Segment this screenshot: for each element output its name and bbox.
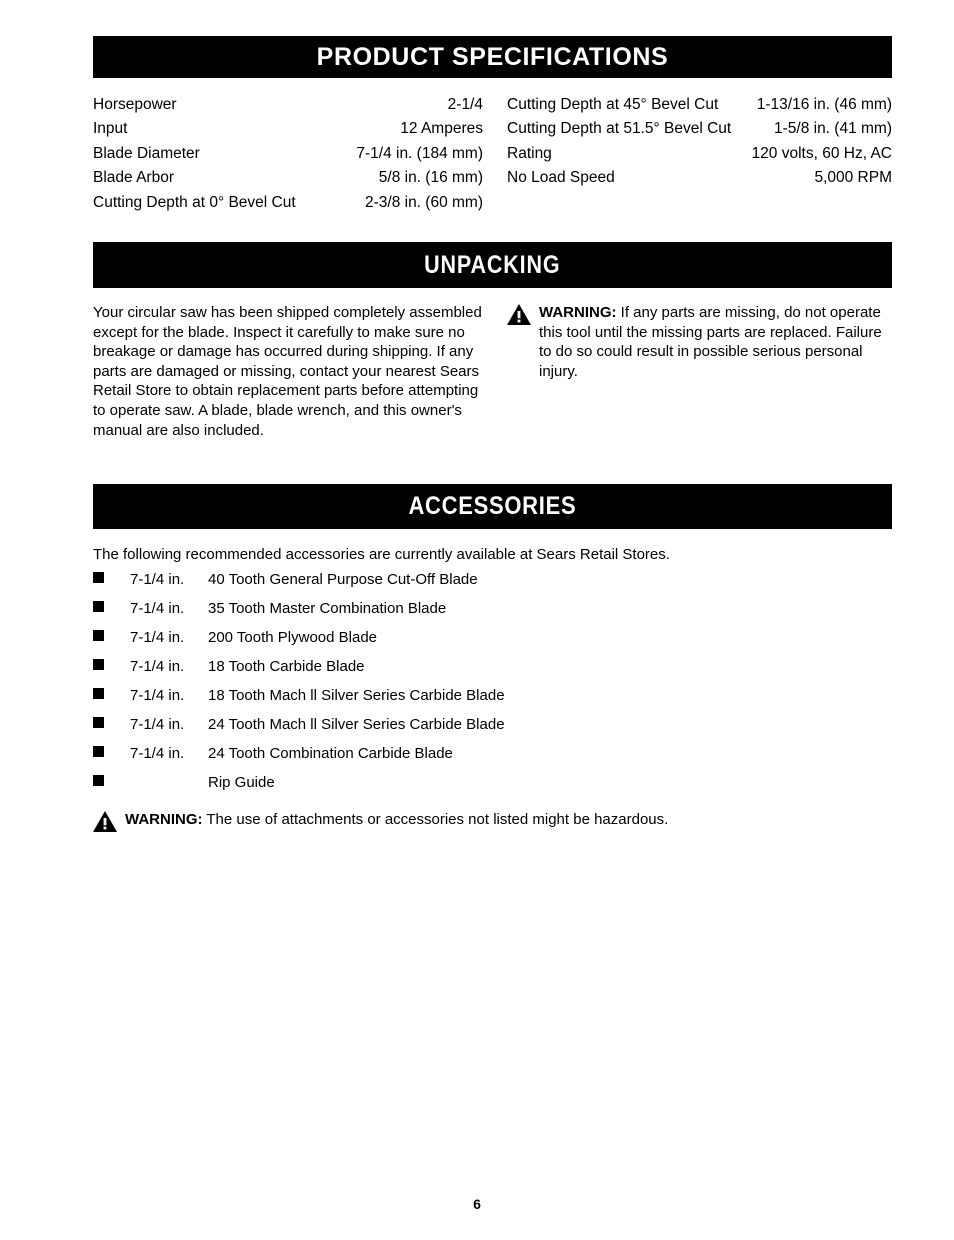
list-item: 7-1/4 in. 18 Tooth Carbide Blade xyxy=(93,658,793,687)
spec-row: Blade Diameter 7-1/4 in. (184 mm) xyxy=(93,142,483,166)
section-header-unpacking: UNPACKING xyxy=(93,242,892,288)
section-title-specifications: PRODUCT SPECIFICATIONS xyxy=(316,42,669,71)
accessory-size: 7-1/4 in. xyxy=(130,600,185,617)
accessory-description: 35 Tooth Master Combination Blade xyxy=(208,600,447,617)
accessory-description: 18 Tooth Mach ll Silver Series Carbide B… xyxy=(208,687,505,704)
spec-label: No Load Speed xyxy=(507,169,615,187)
spec-row: Rating 120 volts, 60 Hz, AC xyxy=(507,142,892,166)
square-bullet-icon xyxy=(93,630,104,641)
square-bullet-icon xyxy=(93,775,104,786)
page-number: 6 xyxy=(473,1196,481,1212)
accessories-list: 7-1/4 in. 40 Tooth General Purpose Cut-O… xyxy=(93,571,793,803)
section-header-specifications: PRODUCT SPECIFICATIONS xyxy=(93,36,892,78)
accessory-description: 24 Tooth Combination Carbide Blade xyxy=(208,745,453,762)
section-title-unpacking: UNPACKING xyxy=(424,250,561,279)
spec-row: Blade Arbor 5/8 in. (16 mm) xyxy=(93,166,483,190)
accessories-warning-container: WARNING: The use of attachments or acces… xyxy=(93,810,892,832)
specifications-left-column: Horsepower 2-1/4 Input 12 Amperes Blade … xyxy=(93,93,483,215)
section-title-accessories: ACCESSORIES xyxy=(408,492,577,520)
accessory-description: Rip Guide xyxy=(208,774,275,791)
list-item: 7-1/4 in. 18 Tooth Mach ll Silver Series… xyxy=(93,687,793,716)
spec-value: 5/8 in. (16 mm) xyxy=(378,169,483,187)
spec-row: Horsepower 2-1/4 xyxy=(93,93,483,117)
spec-value: 12 Amperes xyxy=(400,120,483,138)
unpacking-warning: WARNING: If any parts are missing, do no… xyxy=(507,303,892,381)
warning-triangle-icon xyxy=(93,811,117,832)
unpacking-body: Your circular saw has been shipped compl… xyxy=(93,303,892,440)
spec-value: 2-1/4 xyxy=(447,96,483,113)
warning-text: The use of attachments or accessories no… xyxy=(202,811,669,828)
spec-value: 2-3/8 in. (60 mm) xyxy=(364,193,483,211)
spec-label: Rating xyxy=(507,144,552,162)
spec-label: Cutting Depth at 45° Bevel Cut xyxy=(507,96,719,113)
square-bullet-icon xyxy=(93,746,104,757)
list-item: 7-1/4 in. 24 Tooth Combination Carbide B… xyxy=(93,745,793,774)
unpacking-warning-column: WARNING: If any parts are missing, do no… xyxy=(507,303,892,440)
accessory-description: 200 Tooth Plywood Blade xyxy=(208,629,378,646)
manual-page: PRODUCT SPECIFICATIONS Horsepower 2-1/4 … xyxy=(0,0,954,1240)
spec-label: Horsepower xyxy=(93,96,177,113)
warning-label: WARNING: xyxy=(125,811,203,828)
specifications-right-column: Cutting Depth at 45° Bevel Cut 1-13/16 i… xyxy=(507,93,892,215)
spec-label: Blade Arbor xyxy=(93,169,174,187)
spec-row: Cutting Depth at 45° Bevel Cut 1-13/16 i… xyxy=(507,93,892,117)
list-item: 7-1/4 in. 40 Tooth General Purpose Cut-O… xyxy=(93,571,793,600)
accessory-size: 7-1/4 in. xyxy=(130,687,185,704)
spec-row: No Load Speed 5,000 RPM xyxy=(507,166,892,190)
unpacking-paragraph: Your circular saw has been shipped compl… xyxy=(93,304,482,439)
specifications-table: Horsepower 2-1/4 Input 12 Amperes Blade … xyxy=(93,93,892,215)
spec-value: 1-5/8 in. (41 mm) xyxy=(773,120,892,138)
square-bullet-icon xyxy=(93,659,104,670)
spec-value: 7-1/4 in. (184 mm) xyxy=(356,144,483,162)
accessory-size: 7-1/4 in. xyxy=(130,716,185,733)
section-header-accessories: ACCESSORIES xyxy=(93,484,892,529)
accessory-description: 24 Tooth Mach ll Silver Series Carbide B… xyxy=(208,716,505,733)
accessory-description: 40 Tooth General Purpose Cut-Off Blade xyxy=(208,571,478,588)
warning-label: WARNING: xyxy=(539,304,617,321)
spec-label: Blade Diameter xyxy=(93,144,200,162)
square-bullet-icon xyxy=(93,688,104,699)
list-item: 7-1/4 in. 35 Tooth Master Combination Bl… xyxy=(93,600,793,629)
spec-row: Input 12 Amperes xyxy=(93,117,483,141)
accessory-size: 7-1/4 in. xyxy=(130,571,185,588)
spec-label: Cutting Depth at 51.5° Bevel Cut xyxy=(507,120,732,138)
square-bullet-icon xyxy=(93,717,104,728)
square-bullet-icon xyxy=(93,601,104,612)
list-item: 7-1/4 in. 24 Tooth Mach ll Silver Series… xyxy=(93,716,793,745)
accessories-intro: The following recommended accessories ar… xyxy=(93,546,670,563)
accessory-size: 7-1/4 in. xyxy=(130,745,185,762)
spec-value: 5,000 RPM xyxy=(814,169,892,187)
list-item: Rip Guide xyxy=(93,774,793,803)
spec-row: Cutting Depth at 51.5° Bevel Cut 1-5/8 i… xyxy=(507,117,892,141)
spec-label: Input xyxy=(93,120,128,138)
spec-value: 120 volts, 60 Hz, AC xyxy=(751,144,892,162)
accessory-description: 18 Tooth Carbide Blade xyxy=(208,658,365,675)
accessory-size: 7-1/4 in. xyxy=(130,658,185,675)
warning-triangle-icon xyxy=(507,304,531,325)
accessories-warning: WARNING: The use of attachments or acces… xyxy=(93,810,892,832)
spec-label: Cutting Depth at 0° Bevel Cut xyxy=(93,193,296,211)
list-item: 7-1/4 in. 200 Tooth Plywood Blade xyxy=(93,629,793,658)
square-bullet-icon xyxy=(93,572,104,583)
spec-row: Cutting Depth at 0° Bevel Cut 2-3/8 in. … xyxy=(93,191,483,215)
spec-value: 1-13/16 in. (46 mm) xyxy=(756,96,892,113)
accessory-size: 7-1/4 in. xyxy=(130,629,185,646)
